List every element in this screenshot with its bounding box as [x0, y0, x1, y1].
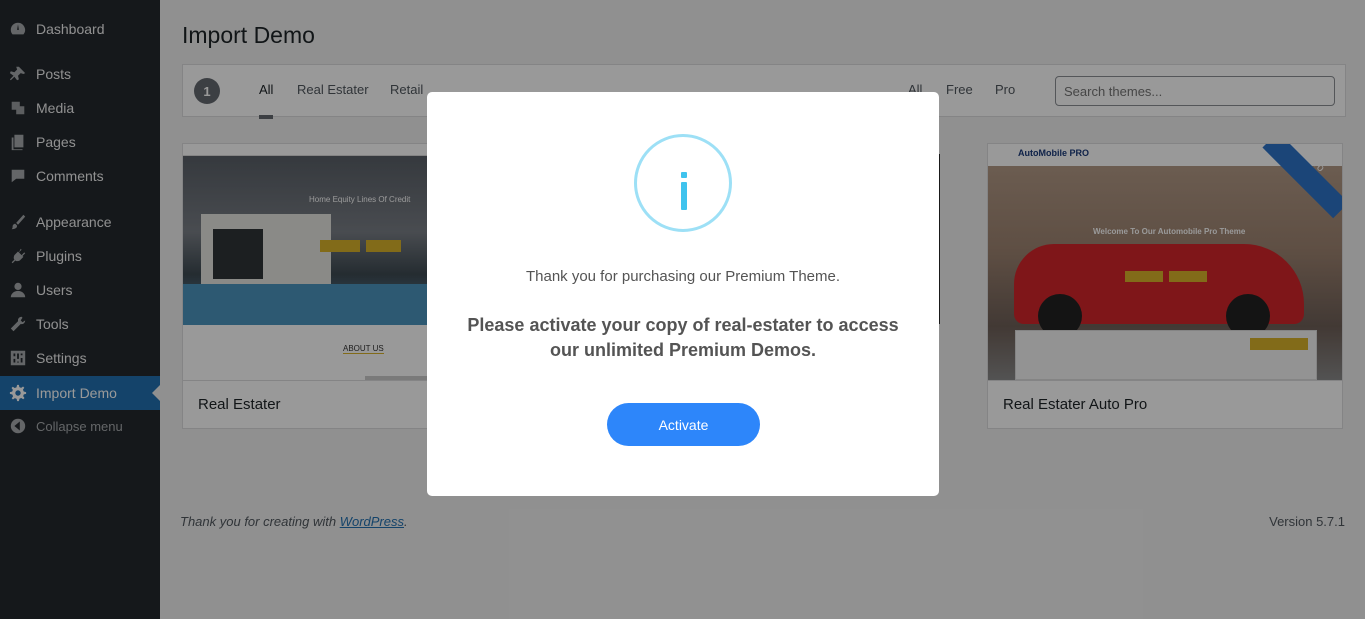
modal-message: Thank you for purchasing our Premium The… — [525, 268, 841, 285]
modal-prompt: Please activate your copy of real-estate… — [467, 315, 899, 360]
activation-modal: Thank you for purchasing our Premium The… — [427, 92, 939, 496]
activate-button[interactable]: Activate — [607, 403, 760, 446]
info-icon — [634, 134, 732, 232]
